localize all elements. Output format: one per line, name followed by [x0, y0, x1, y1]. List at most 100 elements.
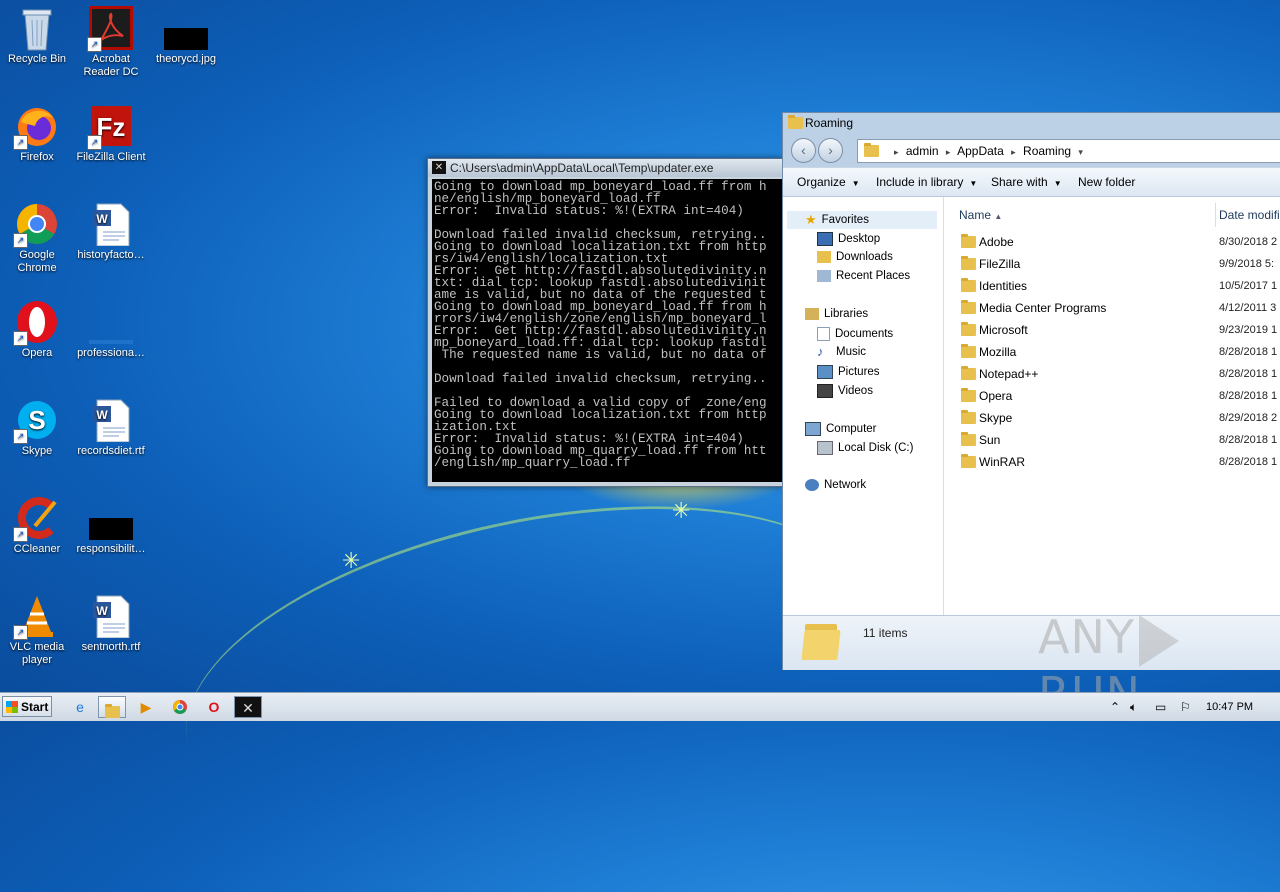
file-row[interactable]: Adobe 8/30/2018 2: [945, 231, 1280, 253]
new-folder-button[interactable]: New folder: [1078, 168, 1135, 196]
include-in-library-button[interactable]: Include in library ▼: [876, 168, 977, 198]
nav-downloads[interactable]: Downloads: [817, 251, 893, 263]
word-doc-icon: W: [89, 202, 133, 247]
computer-icon: [805, 422, 821, 436]
desktop-icon-chrome[interactable]: ↗ Google Chrome: [0, 202, 74, 275]
taskbar-console-icon[interactable]: ✕: [234, 696, 262, 718]
videos-icon: [817, 384, 833, 398]
organize-button[interactable]: Organize ▼: [797, 168, 860, 198]
share-with-button[interactable]: Share with ▼: [991, 168, 1062, 198]
desktop-icon-recordsdiet[interactable]: W recordsdiet.rtf: [74, 398, 148, 458]
console-output[interactable]: Going to download mp_boneyard_load.ff fr…: [432, 179, 782, 482]
firefox-icon: ↗: [13, 104, 59, 150]
play-logo-icon: [1138, 614, 1179, 667]
file-row[interactable]: Media Center Programs 4/12/2011 3: [945, 297, 1280, 319]
file-date: 8/28/2018 1: [1219, 368, 1278, 380]
navigation-pane[interactable]: ★ Favorites Desktop Downloads Recent Plac…: [783, 197, 944, 615]
file-row[interactable]: Identities 10/5/2017 1: [945, 275, 1280, 297]
nav-favorites[interactable]: ★ Favorites: [787, 211, 937, 229]
desktop-icon-responsibilit[interactable]: responsibilit…: [74, 496, 148, 556]
desktop-icon-opera[interactable]: ↗ Opera: [0, 300, 74, 360]
file-row[interactable]: Sun 8/28/2018 1: [945, 429, 1280, 451]
forward-button[interactable]: ›: [818, 138, 843, 163]
start-button[interactable]: Start: [2, 696, 52, 717]
nav-network[interactable]: Network: [805, 479, 866, 491]
desktop-icon-filezilla[interactable]: Fz ↗ FileZilla Client: [74, 104, 148, 164]
nav-local-disk[interactable]: Local Disk (C:): [817, 441, 913, 455]
watermark-left: ANY: [1038, 610, 1135, 664]
explorer-content: ★ Favorites Desktop Downloads Recent Plac…: [783, 197, 1280, 615]
desktop-icon-theorycd[interactable]: theorycd.jpg: [149, 6, 223, 66]
tray-show-hidden-icon[interactable]: ⌃: [1110, 693, 1120, 721]
nav-music[interactable]: ♪ Music: [817, 345, 866, 358]
file-name: Opera: [979, 389, 1013, 403]
file-name: WinRAR: [979, 455, 1026, 469]
opera-icon: ↗: [13, 300, 59, 346]
explorer-window[interactable]: Roaming ‹ › ▸ admin ▸ AppData ▸ Roaming …: [782, 112, 1280, 670]
nav-computer[interactable]: Computer: [805, 422, 877, 436]
shortcut-arrow-icon: ↗: [87, 37, 102, 52]
console-titlebar[interactable]: ✕ C:\Users\admin\AppData\Local\Temp\upda…: [428, 159, 782, 177]
desktop-icon-firefox[interactable]: ↗ Firefox: [0, 104, 74, 164]
desktop-icon-acrobat[interactable]: ↗ Acrobat Reader DC: [74, 6, 148, 79]
shortcut-arrow-icon: ↗: [13, 135, 28, 150]
desktop-icon-recycle-bin[interactable]: Recycle Bin: [0, 6, 74, 66]
taskbar-opera-icon[interactable]: O: [200, 696, 228, 718]
breadcrumb-item[interactable]: admin: [906, 144, 939, 158]
back-button[interactable]: ‹: [791, 138, 816, 163]
breadcrumb-item[interactable]: Roaming: [1023, 144, 1071, 158]
desktop-icon-vlc[interactable]: ↗ VLC media player: [0, 594, 74, 667]
taskbar-media-player-icon[interactable]: ▶: [132, 696, 160, 718]
explorer-titlebar[interactable]: Roaming: [783, 113, 1280, 133]
nav-documents[interactable]: Documents: [817, 327, 893, 341]
nav-pictures[interactable]: Pictures: [817, 365, 880, 379]
console-window[interactable]: ✕ C:\Users\admin\AppData\Local\Temp\upda…: [427, 158, 783, 487]
folder-icon: [961, 454, 976, 468]
column-header-name[interactable]: Name ▲: [945, 203, 1216, 227]
desktop-icon-ccleaner[interactable]: ↗ CCleaner: [0, 496, 74, 556]
file-row[interactable]: Notepad++ 8/28/2018 1: [945, 363, 1280, 385]
share-label: Share with: [991, 175, 1048, 189]
nav-desktop[interactable]: Desktop: [817, 232, 880, 246]
address-bar[interactable]: ▸ admin ▸ AppData ▸ Roaming ▾: [857, 139, 1280, 163]
folder-icon: [961, 366, 976, 380]
tray-flag-icon[interactable]: ⚐: [1180, 693, 1191, 721]
taskbar-ie-icon[interactable]: e: [66, 696, 94, 718]
file-name: Microsoft: [979, 323, 1028, 337]
tray-network-icon[interactable]: ▭: [1155, 693, 1166, 721]
file-row[interactable]: Microsoft 9/23/2019 1: [945, 319, 1280, 341]
file-list[interactable]: Name ▲ Date modifie Adobe 8/30/2018 2 File…: [945, 197, 1280, 615]
shortcut-arrow-icon: ↗: [13, 527, 28, 542]
nav-videos[interactable]: Videos: [817, 384, 873, 398]
file-row[interactable]: Opera 8/28/2018 1: [945, 385, 1280, 407]
file-date: 10/5/2017 1: [1219, 280, 1278, 292]
desktop-icon-skype[interactable]: S ↗ Skype: [0, 398, 74, 458]
file-row[interactable]: Mozilla 8/28/2018 1: [945, 341, 1280, 363]
recycle-bin-icon: [15, 6, 59, 51]
taskbar-chrome-icon[interactable]: [166, 696, 194, 718]
folder-icon: [104, 703, 120, 718]
taskbar-explorer-icon[interactable]: [98, 696, 126, 718]
tray-clock[interactable]: 10:47 PM: [1206, 693, 1253, 721]
nav-label: Downloads: [836, 251, 893, 264]
wallpaper-sparkle: ✳: [672, 498, 691, 523]
chevron-down-icon[interactable]: ▾: [1078, 147, 1083, 157]
desktop-icon-label: CCleaner: [13, 543, 61, 555]
file-row[interactable]: Skype 8/29/2018 2: [945, 407, 1280, 429]
desktop-icon-professiona[interactable]: professiona…: [74, 300, 148, 360]
file-row[interactable]: FileZilla 9/9/2018 5:: [945, 253, 1280, 275]
chevron-down-icon: ▼: [969, 179, 978, 188]
breadcrumb-item[interactable]: AppData: [957, 144, 1004, 158]
nav-recent-places[interactable]: Recent Places: [817, 270, 910, 282]
column-header-date[interactable]: Date modifie: [1215, 203, 1280, 227]
chevron-down-icon: ▼: [1053, 179, 1062, 188]
desktop-icon-sentnorth[interactable]: W sentnorth.rtf: [74, 594, 148, 654]
file-row[interactable]: WinRAR 8/28/2018 1: [945, 451, 1280, 473]
vlc-icon: ↗: [13, 594, 59, 640]
drive-icon: [817, 441, 833, 455]
desktop-icon-label: VLC media player: [9, 641, 65, 666]
nav-libraries[interactable]: Libraries: [805, 308, 868, 320]
desktop-icon-historyfacto[interactable]: W historyfacto…: [74, 202, 148, 262]
tray-volume-icon[interactable]: 🔈︎: [1130, 693, 1137, 721]
libraries-icon: [805, 308, 819, 320]
